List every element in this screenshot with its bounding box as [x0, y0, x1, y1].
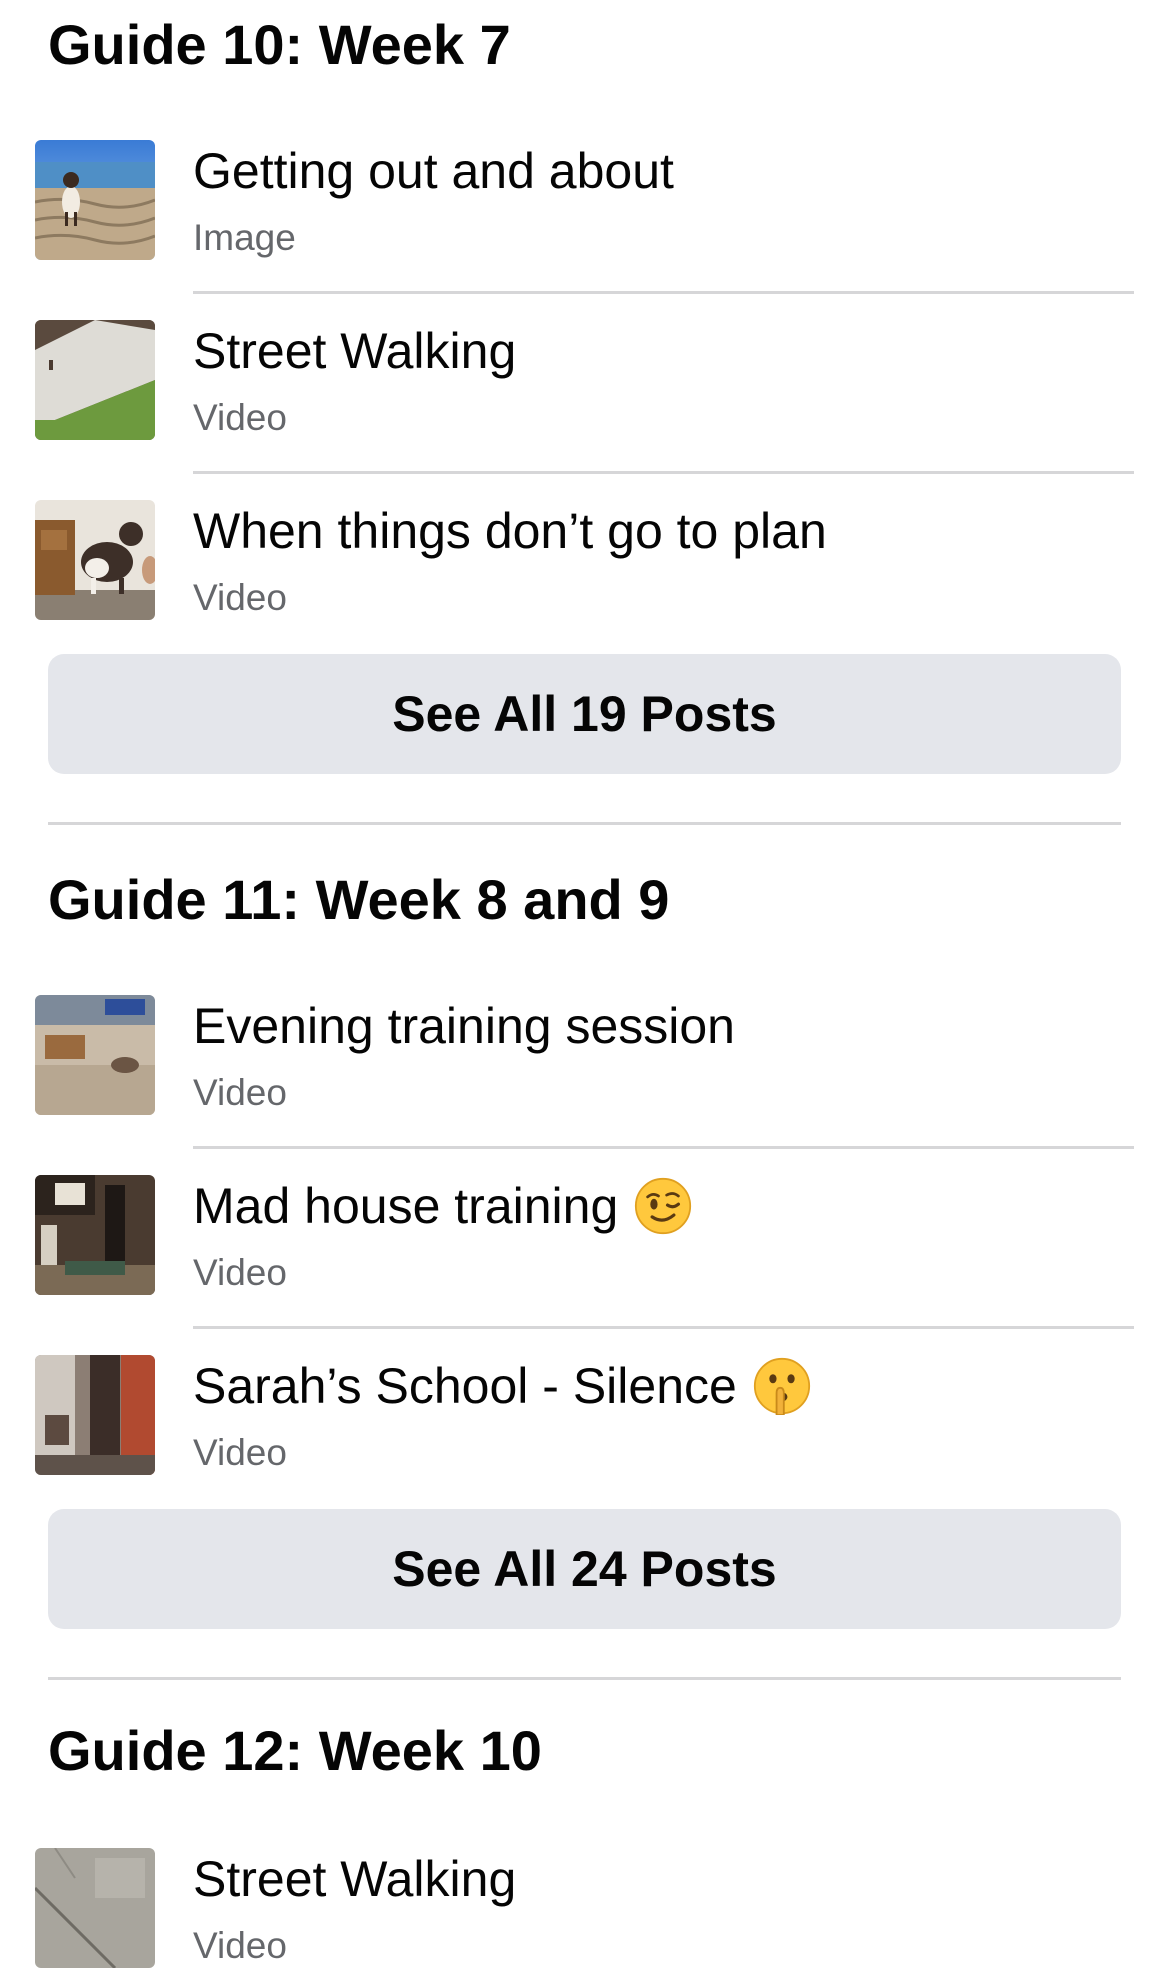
post-item[interactable]: Evening training session Video	[0, 995, 1170, 1175]
pavement-photo	[35, 1848, 155, 1968]
post-type: Video	[193, 577, 287, 618]
section-divider	[48, 822, 1121, 825]
winking-face-emoji	[635, 1177, 692, 1234]
house-training-photo	[35, 1175, 155, 1295]
post-title: Getting out and about	[193, 143, 674, 199]
post-item[interactable]: Street Walking Video	[0, 1848, 1170, 1978]
post-title-text: Mad house training	[193, 1178, 619, 1234]
post-item[interactable]: Street Walking Video	[0, 320, 1170, 500]
divider	[193, 471, 1134, 474]
street-pavement-photo	[35, 320, 155, 440]
post-thumbnail[interactable]	[35, 1355, 155, 1475]
post-title: Street Walking	[193, 1851, 517, 1907]
post-type: Video	[193, 397, 287, 438]
post-type: Video	[193, 1072, 287, 1113]
post-item[interactable]: Mad house training Video	[0, 1175, 1170, 1355]
see-all-posts-button[interactable]: See All 19 Posts	[48, 654, 1121, 774]
post-type: Video	[193, 1252, 287, 1293]
puppy-indoors-photo	[35, 500, 155, 620]
post-title: Street Walking	[193, 323, 517, 379]
divider	[193, 1146, 1134, 1149]
post-type: Image	[193, 217, 296, 258]
see-all-posts-button[interactable]: See All 24 Posts	[48, 1509, 1121, 1629]
guide-title: Guide 10: Week 7	[48, 13, 511, 76]
post-type: Video	[193, 1925, 287, 1966]
post-item[interactable]: Getting out and about Image	[0, 140, 1170, 320]
divider	[193, 291, 1134, 294]
post-thumbnail[interactable]	[35, 1848, 155, 1968]
guide-title: Guide 12: Week 10	[48, 1719, 542, 1782]
guides-page: Guide 10: Week 7 Getting out and about I…	[0, 0, 1170, 1978]
post-thumbnail[interactable]	[35, 995, 155, 1115]
school-photo	[35, 1355, 155, 1475]
post-thumbnail[interactable]	[35, 320, 155, 440]
section-divider	[48, 1677, 1121, 1680]
post-thumbnail[interactable]	[35, 500, 155, 620]
post-item[interactable]: When things don’t go to plan Video	[0, 500, 1170, 680]
post-title: Sarah’s School - Silence	[193, 1357, 811, 1419]
divider	[193, 1326, 1134, 1329]
living-room-photo	[35, 995, 155, 1115]
post-thumbnail[interactable]	[35, 140, 155, 260]
post-title: Mad house training	[193, 1177, 692, 1239]
post-thumbnail[interactable]	[35, 1175, 155, 1295]
post-item[interactable]: Sarah’s School - Silence Video	[0, 1355, 1170, 1535]
post-type: Video	[193, 1432, 287, 1473]
post-title-text: Sarah’s School - Silence	[193, 1358, 737, 1414]
guide-title: Guide 11: Week 8 and 9	[48, 868, 670, 931]
post-title: Evening training session	[193, 998, 735, 1054]
shushing-face-emoji	[753, 1357, 810, 1415]
post-title: When things don’t go to plan	[193, 503, 827, 559]
beach-dog-photo	[35, 140, 155, 260]
